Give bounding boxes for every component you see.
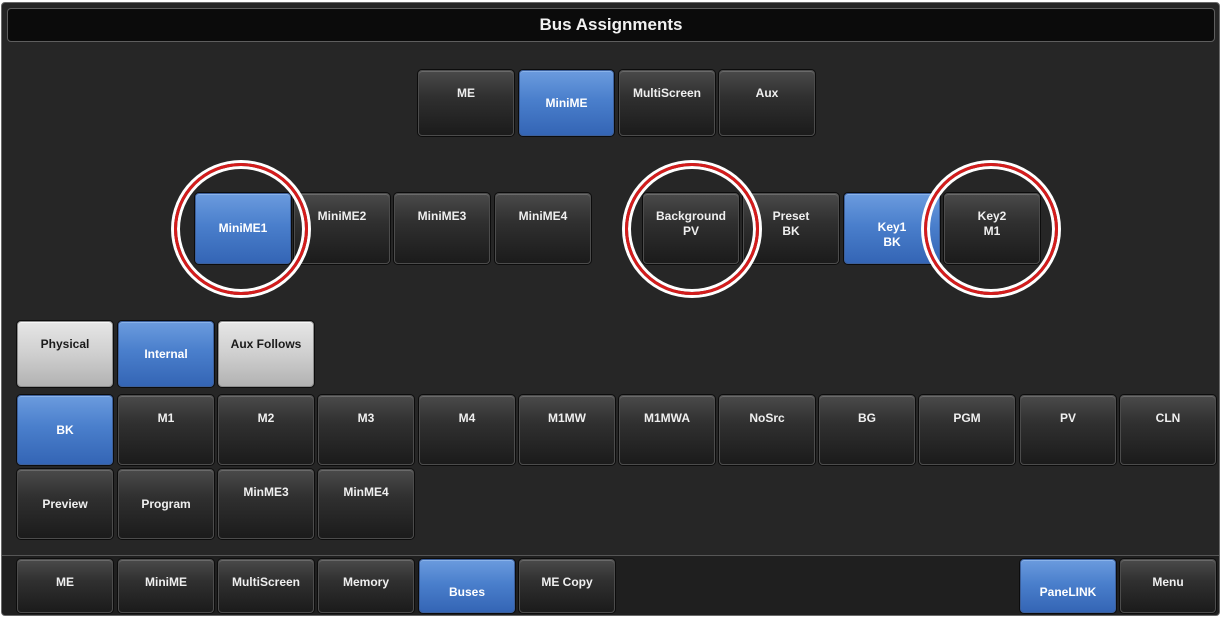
button-label: MiniME3 bbox=[417, 209, 467, 223]
nav-minime-button[interactable]: MiniME bbox=[118, 559, 214, 613]
nav-buses-button[interactable]: Buses bbox=[419, 559, 515, 613]
button-label: ME bbox=[457, 86, 475, 100]
button-label: CLN bbox=[1155, 411, 1181, 425]
source-pgm-button[interactable]: PGM bbox=[919, 395, 1015, 465]
button-label: PaneLINK bbox=[1039, 584, 1097, 599]
nav-memory-button[interactable]: Memory bbox=[318, 559, 414, 613]
button-label: BK bbox=[56, 422, 74, 437]
button-label: MinME3 bbox=[243, 485, 289, 499]
source-bg-button[interactable]: BG bbox=[819, 395, 915, 465]
background-bus-button[interactable]: Background PV bbox=[643, 193, 739, 264]
button-label: MultiScreen bbox=[632, 86, 701, 100]
button-label: Aux Follows bbox=[230, 337, 302, 351]
button-label: M1MW bbox=[548, 411, 586, 425]
nav-multiscreen-button[interactable]: MultiScreen bbox=[218, 559, 314, 613]
button-label: MultiScreen bbox=[231, 575, 300, 589]
minime3-button[interactable]: MiniME3 bbox=[394, 193, 490, 264]
button-label: Aux bbox=[755, 86, 779, 100]
bus-type-me-button[interactable]: ME bbox=[418, 70, 514, 136]
source-m1mwa-button[interactable]: M1MWA bbox=[619, 395, 715, 465]
source-cln-button[interactable]: CLN bbox=[1120, 395, 1216, 465]
source-m1-button[interactable]: M1 bbox=[118, 395, 214, 465]
source-m3-button[interactable]: M3 bbox=[318, 395, 414, 465]
button-label: MiniME bbox=[545, 95, 588, 110]
button-label-line1: Background bbox=[655, 209, 726, 223]
source-pv-button[interactable]: PV bbox=[1020, 395, 1116, 465]
button-label: M1 bbox=[157, 411, 175, 425]
button-label: Preview bbox=[42, 496, 88, 511]
button-label-line2: BK bbox=[782, 224, 800, 238]
source-minme3-button[interactable]: MinME3 bbox=[218, 469, 314, 539]
source-m1mw-button[interactable]: M1MW bbox=[519, 395, 615, 465]
button-label: Buses bbox=[448, 584, 486, 599]
preset-bus-button[interactable]: Preset BK bbox=[743, 193, 839, 264]
button-label: Physical bbox=[40, 337, 90, 351]
button-label: PV bbox=[1059, 411, 1076, 425]
button-label: M1MWA bbox=[644, 411, 690, 425]
button-label: ME bbox=[56, 575, 74, 589]
button-label: PGM bbox=[953, 411, 981, 425]
source-minme4-button[interactable]: MinME4 bbox=[318, 469, 414, 539]
button-label: M2 bbox=[257, 411, 275, 425]
button-label: MiniME bbox=[145, 575, 187, 589]
key1-bus-button[interactable]: Key1 BK bbox=[844, 193, 940, 264]
button-label: M3 bbox=[357, 411, 375, 425]
source-m2-button[interactable]: M2 bbox=[218, 395, 314, 465]
button-label: M4 bbox=[458, 411, 476, 425]
bus-assignments-panel: Bus Assignments ME MiniME MultiScreen Au… bbox=[1, 2, 1220, 616]
source-program-button[interactable]: Program bbox=[118, 469, 214, 539]
nav-panelink-button[interactable]: PaneLINK bbox=[1020, 559, 1116, 613]
button-label: BG bbox=[858, 411, 876, 425]
minime1-button[interactable]: MiniME1 bbox=[195, 193, 291, 264]
button-label: ME Copy bbox=[541, 575, 593, 589]
button-label-line1: Preset bbox=[772, 209, 810, 223]
minime2-button[interactable]: MiniME2 bbox=[294, 193, 390, 264]
nav-me-copy-button[interactable]: ME Copy bbox=[519, 559, 615, 613]
button-label: MiniME4 bbox=[518, 209, 568, 223]
panel-title: Bus Assignments bbox=[7, 8, 1215, 42]
source-preview-button[interactable]: Preview bbox=[17, 469, 113, 539]
button-label: Program bbox=[141, 496, 191, 511]
key2-bus-button[interactable]: Key2 M1 bbox=[944, 193, 1040, 264]
minime4-button[interactable]: MiniME4 bbox=[495, 193, 591, 264]
button-label-line1: Key1 bbox=[877, 220, 907, 234]
button-label-line2: PV bbox=[682, 224, 699, 238]
button-label-line2: BK bbox=[883, 235, 901, 249]
nav-me-button[interactable]: ME bbox=[17, 559, 113, 613]
source-nosrc-button[interactable]: NoSrc bbox=[719, 395, 815, 465]
bus-type-aux-button[interactable]: Aux bbox=[719, 70, 815, 136]
button-label-line1: Key2 bbox=[977, 209, 1007, 223]
button-label: Memory bbox=[342, 575, 389, 589]
physical-mode-button[interactable]: Physical bbox=[17, 321, 113, 387]
button-label: Internal bbox=[144, 346, 188, 361]
nav-menu-button[interactable]: Menu bbox=[1120, 559, 1216, 613]
source-bk-button[interactable]: BK bbox=[17, 395, 113, 465]
button-label-line2: M1 bbox=[983, 224, 1001, 238]
button-label: MiniME1 bbox=[218, 221, 268, 235]
bus-type-minime-button[interactable]: MiniME bbox=[519, 70, 614, 136]
aux-follows-mode-button[interactable]: Aux Follows bbox=[218, 321, 314, 387]
internal-mode-button[interactable]: Internal bbox=[118, 321, 214, 387]
button-label: Menu bbox=[1152, 575, 1184, 589]
source-m4-button[interactable]: M4 bbox=[419, 395, 515, 465]
button-label: MiniME2 bbox=[317, 209, 367, 223]
button-label: NoSrc bbox=[749, 411, 785, 425]
button-label: MinME4 bbox=[343, 485, 389, 499]
bus-type-multiscreen-button[interactable]: MultiScreen bbox=[619, 70, 715, 136]
